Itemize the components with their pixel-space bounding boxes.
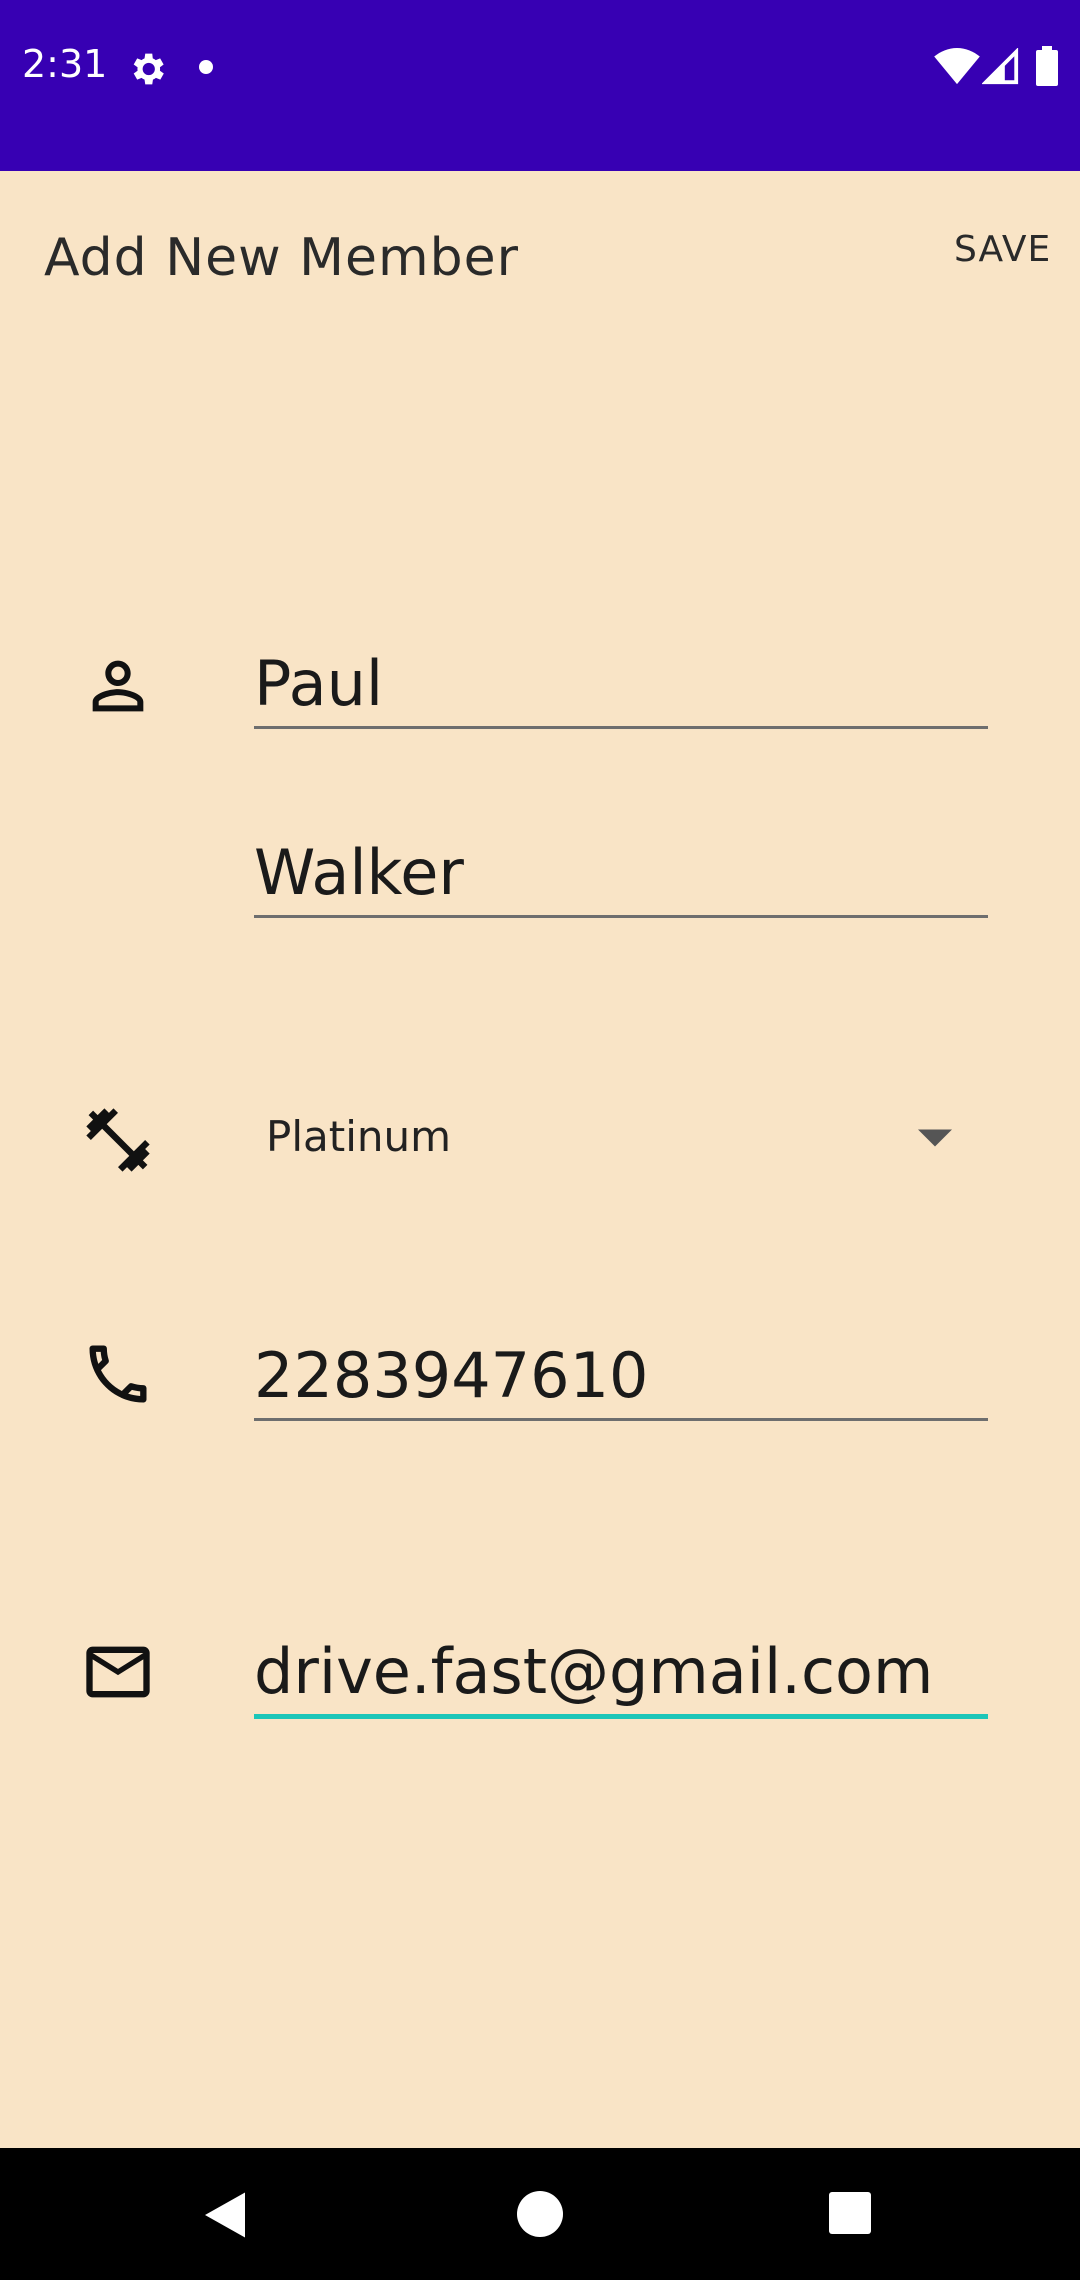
page-title: Add New Member (44, 228, 520, 288)
membership-dropdown[interactable]: Platinum (254, 1100, 988, 1180)
status-bar: 2:31 (0, 0, 1080, 171)
battery-icon (1036, 46, 1058, 86)
phone-icon (89, 1345, 147, 1403)
status-time: 2:31 (22, 42, 108, 86)
notification-dot-icon (199, 60, 213, 74)
navigation-bar (0, 2148, 1080, 2280)
email-underline-focused (254, 1714, 988, 1719)
last-name-underline (254, 915, 988, 918)
phone-value: 2283947610 (254, 1339, 649, 1412)
membership-selected-value: Platinum (266, 1112, 452, 1161)
signal-icon (982, 48, 1019, 85)
gear-icon (133, 53, 164, 85)
dumbbell-icon (86, 1108, 150, 1172)
phone-underline (254, 1418, 988, 1421)
email-value: drive.fast@gmail.com (254, 1635, 934, 1708)
first-name-field[interactable]: Paul (254, 642, 988, 729)
back-icon[interactable] (200, 2190, 250, 2240)
recents-icon[interactable] (829, 2192, 871, 2234)
dropdown-arrow-icon (918, 1129, 952, 1147)
home-icon[interactable] (517, 2191, 563, 2237)
first-name-value: Paul (254, 647, 384, 720)
first-name-underline (254, 726, 988, 729)
last-name-field[interactable]: Walker (254, 831, 988, 918)
wifi-icon (934, 48, 980, 85)
last-name-value: Walker (254, 836, 464, 909)
phone-field[interactable]: 2283947610 (254, 1334, 988, 1421)
save-button[interactable]: SAVE (940, 222, 1065, 278)
person-icon (92, 660, 144, 712)
email-field[interactable]: drive.fast@gmail.com (254, 1630, 988, 1719)
email-icon (86, 1646, 150, 1698)
